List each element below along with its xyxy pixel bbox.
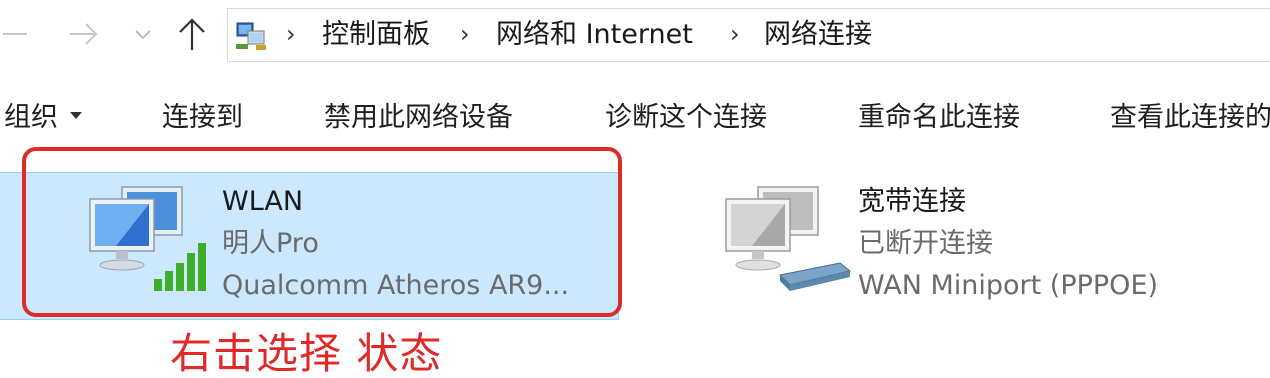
modem-device	[778, 262, 852, 291]
address-box[interactable]: › 控制面板 › 网络和 Internet › 网络连接	[227, 8, 1270, 62]
connection-device: WAN Miniport (PPPOE)	[858, 270, 1159, 301]
annotation-highlight-box	[22, 147, 622, 317]
disable-device-button[interactable]: 禁用此网络设备	[324, 102, 513, 134]
recent-locations-button[interactable]	[128, 14, 158, 54]
broadband-adapter-icon	[725, 186, 852, 291]
forward-arrow-icon	[70, 23, 98, 45]
connect-to-button[interactable]: 连接到	[162, 102, 243, 134]
breadcrumb-control-panel[interactable]: 控制面板	[322, 20, 430, 50]
annotation-text: 右击选择 状态	[170, 329, 443, 378]
control-panel-network-icon	[236, 22, 266, 50]
forward-button[interactable]	[64, 14, 104, 54]
connections-list: WLAN 明人Pro Qualcomm Atheros AR9... 宽带连接 …	[0, 147, 1270, 378]
command-toolbar: 组织 连接到 禁用此网络设备 诊断这个连接 重命名此连接 查看此连接的	[0, 82, 1270, 154]
organize-menu-button[interactable]: 组织	[4, 102, 82, 134]
breadcrumb-network-internet[interactable]: 网络和 Internet	[496, 20, 693, 50]
view-connection-status-button[interactable]: 查看此连接的	[1110, 102, 1270, 134]
breadcrumb-separator-icon: ›	[286, 20, 296, 48]
address-bar-row: › 控制面板 › 网络和 Internet › 网络连接	[0, 0, 1270, 80]
back-button[interactable]	[0, 14, 30, 54]
organize-label: 组织	[4, 102, 58, 133]
rename-connection-button[interactable]: 重命名此连接	[858, 102, 1020, 134]
breadcrumb-network-connections[interactable]: 网络连接	[764, 20, 872, 50]
breadcrumb-separator-icon: ›	[730, 20, 740, 48]
connection-status: 已断开连接	[858, 228, 993, 259]
up-button[interactable]	[172, 14, 212, 54]
connection-name: 宽带连接	[858, 186, 966, 217]
up-arrow-icon	[179, 18, 205, 50]
breadcrumb-separator-icon: ›	[460, 20, 470, 48]
chevron-down-icon	[135, 30, 151, 40]
diagnose-connection-button[interactable]: 诊断这个连接	[605, 102, 767, 134]
back-arrow-icon	[3, 33, 27, 35]
dropdown-caret-icon	[70, 112, 82, 119]
